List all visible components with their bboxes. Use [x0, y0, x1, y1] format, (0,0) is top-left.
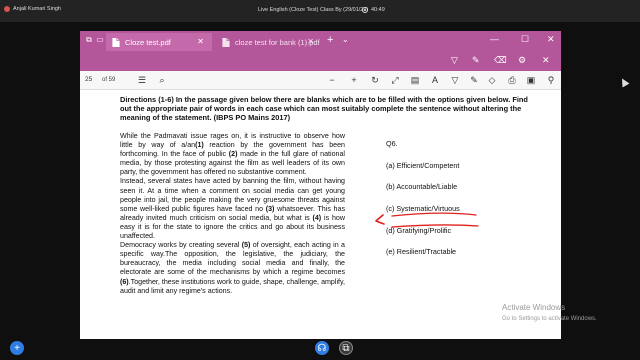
option-e: (e) Resilient/Tractable [386, 247, 457, 256]
option-c: (c) Systematic/Virtuous [386, 204, 460, 213]
presenter: Anjali Kumari Singh [4, 6, 61, 12]
contents-icon[interactable]: ☰ [136, 74, 148, 86]
erase-icon[interactable]: ◇ [486, 74, 498, 86]
pdf-icon [112, 37, 120, 47]
option-d: (d) Gratifying/Prolific [386, 226, 452, 235]
close-icon[interactable]: ✕ [542, 55, 550, 66]
question-number: Q6. [386, 139, 398, 148]
zoom-out-icon[interactable]: − [326, 74, 338, 86]
new-tab-button[interactable]: + [327, 34, 333, 46]
minimize-button[interactable]: — [490, 34, 499, 44]
close-icon[interactable]: ✕ [307, 37, 314, 46]
rotate-icon[interactable]: ↻ [369, 74, 381, 86]
option-a: (a) Efficient/Competent [386, 161, 460, 170]
session-timer: 40:49 [362, 7, 385, 13]
highlighter-icon[interactable]: ▽ [451, 55, 458, 66]
draw-icon[interactable]: ✎ [472, 55, 480, 66]
eraser-icon[interactable]: ⌫ [494, 55, 507, 66]
print-icon[interactable]: ⎙ [506, 74, 518, 86]
tab-label: Cloze test.pdf [125, 37, 171, 47]
close-window-button[interactable]: ✕ [547, 34, 555, 45]
settings-icon[interactable]: ⚙ [518, 55, 526, 66]
elapsed-time: 40:49 [371, 7, 385, 13]
pdf-toolbar: 25 of 59 ☰ ⌕ − + ↻ ⤢ ▤ A ▽ ✎ ◇ ⎙ ▣ ⚲ [80, 71, 561, 90]
presenter-name: Anjali Kumari Singh [13, 6, 61, 12]
chevron-down-icon[interactable]: ⌄ [342, 35, 349, 44]
pin-icon[interactable]: ⚲ [545, 74, 557, 86]
session-bar: Anjali Kumari Singh Live English (Cloze … [0, 0, 640, 22]
read-aloud-icon[interactable]: A [429, 74, 441, 86]
activate-windows-title: Activate Windows [502, 303, 566, 312]
passage-para: Instead, several states have acted by ba… [120, 177, 346, 241]
activate-windows-subtitle: Go to Settings to activate Windows. [502, 316, 597, 322]
passage: While the Padmavati issue rages on, it i… [120, 132, 345, 296]
directions-text: Directions (1-6) In the passage given be… [120, 95, 528, 122]
add-button[interactable]: + [10, 341, 24, 355]
tab-cloze-test[interactable]: Cloze test.pdf ✕ [106, 33, 212, 51]
screen-share-icon[interactable]: ⧉ [339, 341, 353, 355]
highlight-icon[interactable]: ▽ [449, 74, 461, 86]
record-icon [362, 7, 368, 13]
passage-para: While the Padmavati issue rages on, it i… [120, 132, 346, 177]
page-view-icon[interactable]: ▤ [409, 74, 421, 86]
mouse-cursor-icon [618, 76, 630, 88]
tab-actions-icon[interactable]: ⧉ [84, 35, 94, 45]
session-title: Live English (Cloze Test) Class By (29/0… [258, 7, 369, 13]
headset-icon[interactable]: ☊ [315, 341, 329, 355]
pdf-icon [222, 37, 230, 47]
passage-para: Democracy works by creating several (5) … [120, 241, 345, 295]
pen-icon[interactable]: ✎ [468, 74, 480, 86]
tab-bar: ⧉ ▭ Cloze test.pdf ✕ cloze test for bank… [80, 31, 561, 51]
tab-cloze-test-bank[interactable]: cloze test for bank (1).pdf ✕ [216, 33, 322, 51]
pdf-window: ⧉ ▭ Cloze test.pdf ✕ cloze test for bank… [80, 31, 561, 339]
pdf-page: Directions (1-6) In the passage given be… [80, 91, 561, 339]
maximize-button[interactable]: ☐ [521, 34, 529, 45]
page-number-input[interactable]: 25 [85, 76, 99, 86]
annotation-ribbon: ▽ ✎ ⌫ ⚙ ✕ [80, 51, 561, 71]
tab-list-icon[interactable]: ▭ [95, 35, 105, 45]
option-b: (b) Accountable/Liable [386, 182, 458, 191]
page-count: of 59 [102, 77, 116, 83]
save-icon[interactable]: ▣ [525, 74, 537, 86]
zoom-in-icon[interactable]: + [348, 74, 360, 86]
fit-page-icon[interactable]: ⤢ [389, 74, 401, 86]
close-icon[interactable]: ✕ [197, 37, 204, 46]
search-icon[interactable]: ⌕ [156, 74, 168, 86]
avatar [4, 6, 10, 12]
